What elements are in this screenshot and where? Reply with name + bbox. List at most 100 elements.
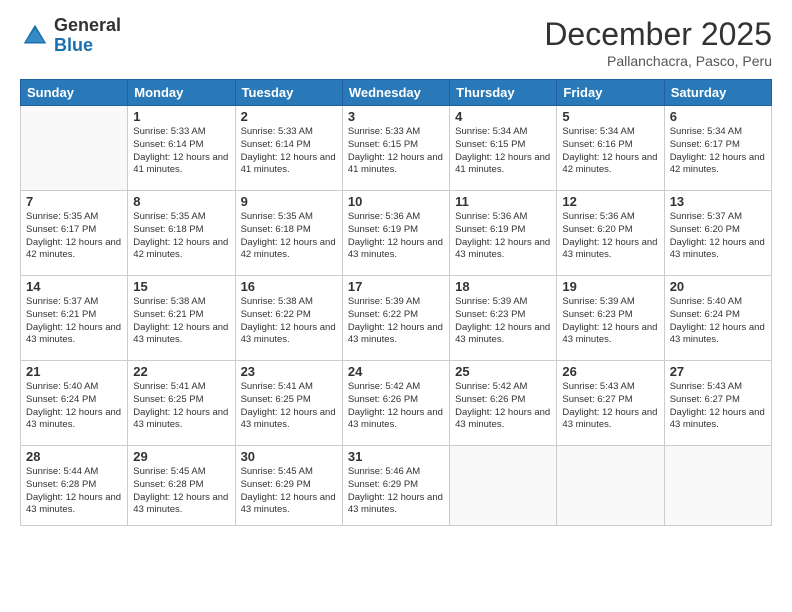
day-number: 24	[348, 364, 444, 379]
calendar-header-row: SundayMondayTuesdayWednesdayThursdayFrid…	[21, 80, 772, 106]
calendar-day-cell: 1 Sunrise: 5:33 AMSunset: 6:14 PMDaylight…	[128, 106, 235, 191]
day-detail: Sunrise: 5:38 AMSunset: 6:21 PMDaylight:…	[133, 296, 229, 347]
day-number: 23	[241, 364, 337, 379]
calendar-table: SundayMondayTuesdayWednesdayThursdayFrid…	[20, 79, 772, 526]
calendar-day-cell: 27 Sunrise: 5:43 AMSunset: 6:27 PMDayligh…	[664, 361, 771, 446]
logo-icon	[20, 21, 50, 51]
logo-text: General Blue	[54, 16, 121, 56]
calendar-header-friday: Friday	[557, 80, 664, 106]
day-number: 27	[670, 364, 766, 379]
day-number: 10	[348, 194, 444, 209]
calendar-header-tuesday: Tuesday	[235, 80, 342, 106]
day-number: 11	[455, 194, 551, 209]
calendar-day-cell: 7 Sunrise: 5:35 AMSunset: 6:17 PMDaylight…	[21, 191, 128, 276]
day-detail: Sunrise: 5:43 AMSunset: 6:27 PMDaylight:…	[670, 381, 766, 432]
location: Pallanchacra, Pasco, Peru	[544, 53, 772, 69]
calendar-day-cell: 26 Sunrise: 5:43 AMSunset: 6:27 PMDayligh…	[557, 361, 664, 446]
day-number: 26	[562, 364, 658, 379]
logo-general-text: General	[54, 16, 121, 36]
day-detail: Sunrise: 5:40 AMSunset: 6:24 PMDaylight:…	[26, 381, 122, 432]
day-number: 14	[26, 279, 122, 294]
day-detail: Sunrise: 5:41 AMSunset: 6:25 PMDaylight:…	[133, 381, 229, 432]
day-detail: Sunrise: 5:38 AMSunset: 6:22 PMDaylight:…	[241, 296, 337, 347]
calendar-day-cell: 29Sunrise: 5:45 AMSunset: 6:28 PMDayligh…	[128, 446, 235, 526]
day-detail: Sunrise: 5:36 AMSunset: 6:19 PMDaylight:…	[455, 211, 551, 262]
calendar-day-cell: 5Sunrise: 5:34 AMSunset: 6:16 PMDaylight…	[557, 106, 664, 191]
day-detail: Sunrise: 5:40 AMSunset: 6:24 PMDaylight:…	[670, 296, 766, 347]
calendar-day-cell: 12Sunrise: 5:36 AMSunset: 6:20 PMDayligh…	[557, 191, 664, 276]
day-number: 31	[348, 449, 444, 464]
day-number: 16	[241, 279, 337, 294]
calendar-day-cell	[664, 446, 771, 526]
calendar-week-row: 28 Sunrise: 5:44 AMSunset: 6:28 PMDayligh…	[21, 446, 772, 526]
calendar-day-cell: 23Sunrise: 5:41 AMSunset: 6:25 PMDayligh…	[235, 361, 342, 446]
day-number: 28	[26, 449, 122, 464]
day-number: 6	[670, 109, 766, 124]
logo: General Blue	[20, 16, 121, 56]
calendar-header-wednesday: Wednesday	[342, 80, 449, 106]
day-detail: Sunrise: 5:34 AMSunset: 6:16 PMDaylight:…	[562, 126, 658, 177]
day-detail: Sunrise: 5:37 AMSunset: 6:20 PMDaylight:…	[670, 211, 766, 262]
day-detail: Sunrise: 5:35 AMSunset: 6:17 PMDaylight:…	[26, 211, 122, 262]
day-number: 20	[670, 279, 766, 294]
calendar-day-cell: 25Sunrise: 5:42 AMSunset: 6:26 PMDayligh…	[450, 361, 557, 446]
day-detail: Sunrise: 5:33 AMSunset: 6:14 PMDaylight:…	[133, 126, 229, 177]
calendar-day-cell: 18Sunrise: 5:39 AMSunset: 6:23 PMDayligh…	[450, 276, 557, 361]
day-detail: Sunrise: 5:45 AMSunset: 6:29 PMDaylight:…	[241, 466, 337, 517]
calendar-day-cell: 15Sunrise: 5:38 AMSunset: 6:21 PMDayligh…	[128, 276, 235, 361]
day-number: 30	[241, 449, 337, 464]
day-number: 18	[455, 279, 551, 294]
day-number: 19	[562, 279, 658, 294]
day-detail: Sunrise: 5:36 AMSunset: 6:19 PMDaylight:…	[348, 211, 444, 262]
header: General Blue December 2025 Pallanchacra,…	[20, 16, 772, 69]
day-number: 9	[241, 194, 337, 209]
calendar-day-cell: 21Sunrise: 5:40 AMSunset: 6:24 PMDayligh…	[21, 361, 128, 446]
day-number: 12	[562, 194, 658, 209]
calendar-week-row: 21Sunrise: 5:40 AMSunset: 6:24 PMDayligh…	[21, 361, 772, 446]
day-detail: Sunrise: 5:33 AMSunset: 6:14 PMDaylight:…	[241, 126, 337, 177]
day-number: 17	[348, 279, 444, 294]
calendar-day-cell: 19 Sunrise: 5:39 AMSunset: 6:23 PMDayligh…	[557, 276, 664, 361]
calendar-day-cell: 17Sunrise: 5:39 AMSunset: 6:22 PMDayligh…	[342, 276, 449, 361]
day-detail: Sunrise: 5:39 AMSunset: 6:23 PMDaylight:…	[562, 296, 658, 347]
day-detail: Sunrise: 5:33 AMSunset: 6:15 PMDaylight:…	[348, 126, 444, 177]
day-detail: Sunrise: 5:43 AMSunset: 6:27 PMDaylight:…	[562, 381, 658, 432]
day-number: 3	[348, 109, 444, 124]
day-number: 7	[26, 194, 122, 209]
calendar-header-monday: Monday	[128, 80, 235, 106]
calendar-day-cell: 10 Sunrise: 5:36 AMSunset: 6:19 PMDayligh…	[342, 191, 449, 276]
calendar-header-saturday: Saturday	[664, 80, 771, 106]
calendar-day-cell: 16 Sunrise: 5:38 AMSunset: 6:22 PMDayligh…	[235, 276, 342, 361]
calendar-day-cell: 31Sunrise: 5:46 AMSunset: 6:29 PMDayligh…	[342, 446, 449, 526]
calendar-day-cell: 9Sunrise: 5:35 AMSunset: 6:18 PMDaylight…	[235, 191, 342, 276]
day-detail: Sunrise: 5:35 AMSunset: 6:18 PMDaylight:…	[133, 211, 229, 262]
day-number: 4	[455, 109, 551, 124]
day-number: 29	[133, 449, 229, 464]
calendar-header-thursday: Thursday	[450, 80, 557, 106]
calendar-day-cell	[450, 446, 557, 526]
calendar-day-cell: 4 Sunrise: 5:34 AMSunset: 6:15 PMDaylight…	[450, 106, 557, 191]
page: General Blue December 2025 Pallanchacra,…	[0, 0, 792, 612]
day-detail: Sunrise: 5:34 AMSunset: 6:17 PMDaylight:…	[670, 126, 766, 177]
title-block: December 2025 Pallanchacra, Pasco, Peru	[544, 16, 772, 69]
calendar-week-row: 7 Sunrise: 5:35 AMSunset: 6:17 PMDaylight…	[21, 191, 772, 276]
month-title: December 2025	[544, 16, 772, 53]
day-detail: Sunrise: 5:42 AMSunset: 6:26 PMDaylight:…	[455, 381, 551, 432]
day-detail: Sunrise: 5:37 AMSunset: 6:21 PMDaylight:…	[26, 296, 122, 347]
day-number: 8	[133, 194, 229, 209]
calendar-week-row: 1 Sunrise: 5:33 AMSunset: 6:14 PMDaylight…	[21, 106, 772, 191]
calendar-day-cell: 22Sunrise: 5:41 AMSunset: 6:25 PMDayligh…	[128, 361, 235, 446]
calendar-day-cell: 8 Sunrise: 5:35 AMSunset: 6:18 PMDaylight…	[128, 191, 235, 276]
calendar-day-cell: 14 Sunrise: 5:37 AMSunset: 6:21 PMDayligh…	[21, 276, 128, 361]
day-detail: Sunrise: 5:34 AMSunset: 6:15 PMDaylight:…	[455, 126, 551, 177]
day-number: 13	[670, 194, 766, 209]
calendar-day-cell	[21, 106, 128, 191]
logo-blue-text: Blue	[54, 36, 121, 56]
calendar-day-cell: 13 Sunrise: 5:37 AMSunset: 6:20 PMDayligh…	[664, 191, 771, 276]
calendar-day-cell: 20 Sunrise: 5:40 AMSunset: 6:24 PMDayligh…	[664, 276, 771, 361]
calendar-week-row: 14 Sunrise: 5:37 AMSunset: 6:21 PMDayligh…	[21, 276, 772, 361]
day-number: 1	[133, 109, 229, 124]
day-number: 2	[241, 109, 337, 124]
calendar-day-cell: 11 Sunrise: 5:36 AMSunset: 6:19 PMDayligh…	[450, 191, 557, 276]
day-detail: Sunrise: 5:44 AMSunset: 6:28 PMDaylight:…	[26, 466, 122, 517]
